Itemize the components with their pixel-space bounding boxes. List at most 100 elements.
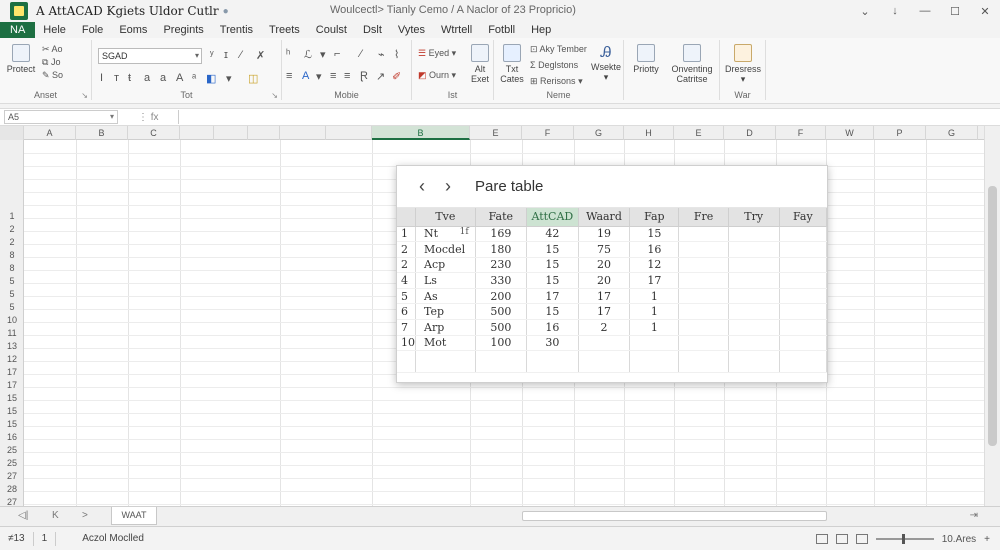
more-font-icon[interactable]: ▾ xyxy=(226,72,232,85)
table-row[interactable]: 10 Mot 100 30 xyxy=(397,335,828,352)
cell-fay[interactable] xyxy=(779,272,828,289)
name-box[interactable]: A5 xyxy=(4,110,118,124)
menu-tab-hele[interactable]: Hele xyxy=(35,22,74,38)
row-header[interactable]: 25 xyxy=(0,444,24,457)
menu-tab-treets[interactable]: Treets xyxy=(261,22,308,38)
vertical-scroll-thumb[interactable] xyxy=(988,186,997,446)
cell-fap[interactable]: 16 xyxy=(629,241,680,258)
cell-waard[interactable]: 2 xyxy=(578,319,631,336)
distributed-icon[interactable]: Ɽ xyxy=(360,70,368,82)
column-header[interactable] xyxy=(248,126,280,140)
row-header[interactable]: 12 xyxy=(0,353,24,366)
cell-waard[interactable]: 17 xyxy=(578,288,631,305)
menu-tab-hep[interactable]: Hep xyxy=(523,22,559,38)
menu-tab-na[interactable]: NA xyxy=(0,22,36,38)
strikethrough-icon[interactable]: ŧ xyxy=(128,72,131,84)
menu-tab-vytes[interactable]: Vytes xyxy=(390,22,433,38)
column-header[interactable] xyxy=(280,126,326,140)
cell-attcad[interactable]: 15 xyxy=(526,303,579,321)
cell-waard[interactable]: 75 xyxy=(578,241,631,258)
cell-fre[interactable] xyxy=(678,335,729,352)
column-header[interactable]: F xyxy=(776,126,826,140)
cell-fay[interactable] xyxy=(779,257,828,274)
highlight-icon[interactable]: ⁄ xyxy=(240,49,242,61)
formula-input[interactable] xyxy=(178,110,994,124)
table-row[interactable]: 7 Arp 500 16 2 1 xyxy=(397,319,828,336)
justify-icon[interactable]: ≡ xyxy=(344,70,350,82)
menu-tab-coulst[interactable]: Coulst xyxy=(308,22,355,38)
key-tember-button[interactable]: ⊡ Aky Tember xyxy=(530,44,587,55)
dialog-launcher-icon[interactable]: ↘ xyxy=(81,91,88,100)
text-direction-icon[interactable]: ⌇ xyxy=(394,48,399,61)
align-center-icon[interactable]: A xyxy=(302,70,309,82)
column-header-fay[interactable]: Fay xyxy=(779,208,828,227)
cell-try[interactable] xyxy=(728,319,780,336)
column-header[interactable]: E xyxy=(674,126,724,140)
cell-fate[interactable]: 230 xyxy=(475,257,527,274)
cell-fate[interactable]: 180 xyxy=(475,241,527,258)
row-header[interactable]: 27 xyxy=(0,470,24,483)
row-header[interactable]: 2 xyxy=(0,223,24,236)
orientation-dropdown-icon[interactable]: ▾ xyxy=(320,48,326,61)
cell-attcad[interactable]: 17 xyxy=(526,288,579,305)
row-header[interactable]: 27 xyxy=(0,496,24,506)
border-icon[interactable]: ◫ xyxy=(248,72,258,85)
superscript-icon[interactable]: a͏ xyxy=(160,72,166,84)
cell-fre[interactable] xyxy=(678,241,729,258)
column-header[interactable]: B xyxy=(76,126,128,140)
cell-fay[interactable] xyxy=(779,288,828,305)
font-size-icon[interactable]: ʸ xyxy=(210,49,214,61)
cell-fap[interactable] xyxy=(629,335,680,352)
column-header[interactable] xyxy=(214,126,248,140)
row-header[interactable]: 25 xyxy=(0,457,24,470)
clear-format-icon[interactable]: ✗ xyxy=(256,49,265,62)
table-row[interactable]: 5 As 200 17 17 1 xyxy=(397,288,828,305)
table-row[interactable]: 2 Acp 230 15 20 12 xyxy=(397,257,828,274)
zoom-slider[interactable] xyxy=(875,534,934,544)
cell-fate[interactable]: 330 xyxy=(475,272,527,289)
row-header[interactable]: 8 xyxy=(0,262,24,275)
sheet-next-button[interactable]: > xyxy=(82,510,88,521)
fill-icon[interactable]: ✐ xyxy=(392,70,401,83)
cell-fap[interactable]: 1 xyxy=(629,288,680,305)
cell-waard[interactable]: 19 xyxy=(578,226,631,243)
cell-fate[interactable]: 500 xyxy=(475,303,527,321)
cell-fre[interactable] xyxy=(678,226,729,243)
text-size-icon[interactable]: т xyxy=(114,72,119,84)
open-button[interactable]: ◩ Ourn ▾ xyxy=(418,70,456,81)
align-right-icon[interactable]: ≡ xyxy=(330,70,336,82)
align-top-icon[interactable]: ʰ xyxy=(286,48,290,60)
column-header-tve[interactable]: Tve xyxy=(415,208,476,227)
column-header[interactable]: G xyxy=(574,126,624,140)
shrink-icon[interactable]: ↗ xyxy=(376,70,385,83)
column-header[interactable]: H xyxy=(624,126,674,140)
cell-try[interactable] xyxy=(728,226,780,243)
subscript-icon[interactable]: a xyxy=(144,72,150,84)
row-header[interactable]: 5 xyxy=(0,301,24,314)
row-header[interactable]: 10 xyxy=(0,314,24,327)
cell-try[interactable] xyxy=(728,335,780,352)
ribbon-collapse-icon[interactable]: ⌄ xyxy=(850,5,880,18)
format-painter-button[interactable]: ✎ So xyxy=(42,70,63,81)
font-color-icon[interactable]: A xyxy=(176,72,183,84)
merge-icon[interactable]: ⌁ xyxy=(378,48,385,61)
normal-view-icon[interactable] xyxy=(815,534,828,544)
row-header[interactable]: 1 xyxy=(0,210,24,223)
priotty-button[interactable]: Priotty xyxy=(628,44,664,74)
row-header[interactable]: 17 xyxy=(0,379,24,392)
bold-icon[interactable]: I xyxy=(100,72,103,84)
formula-buttons[interactable]: ⋮ fx xyxy=(138,112,178,123)
designs-button[interactable]: Σ Deglstons xyxy=(530,60,578,70)
row-header[interactable]: 5 xyxy=(0,275,24,288)
cell-try[interactable] xyxy=(728,288,780,305)
column-header-fre[interactable]: Fre xyxy=(678,208,729,227)
italic-icon[interactable]: ɪ xyxy=(224,49,228,61)
alt-exet-button[interactable]: Alt Exet xyxy=(468,44,492,84)
forward-chevron-icon[interactable]: › xyxy=(435,176,461,197)
row-header[interactable]: 16 xyxy=(0,431,24,444)
maximize-button[interactable]: ☐ xyxy=(940,5,970,18)
dresress-button[interactable]: Dresress ▾ xyxy=(722,44,764,84)
menu-tab-pregints[interactable]: Pregints xyxy=(155,22,211,38)
column-header[interactable]: F xyxy=(522,126,574,140)
menu-tab-fotbll[interactable]: Fotbll xyxy=(480,22,523,38)
